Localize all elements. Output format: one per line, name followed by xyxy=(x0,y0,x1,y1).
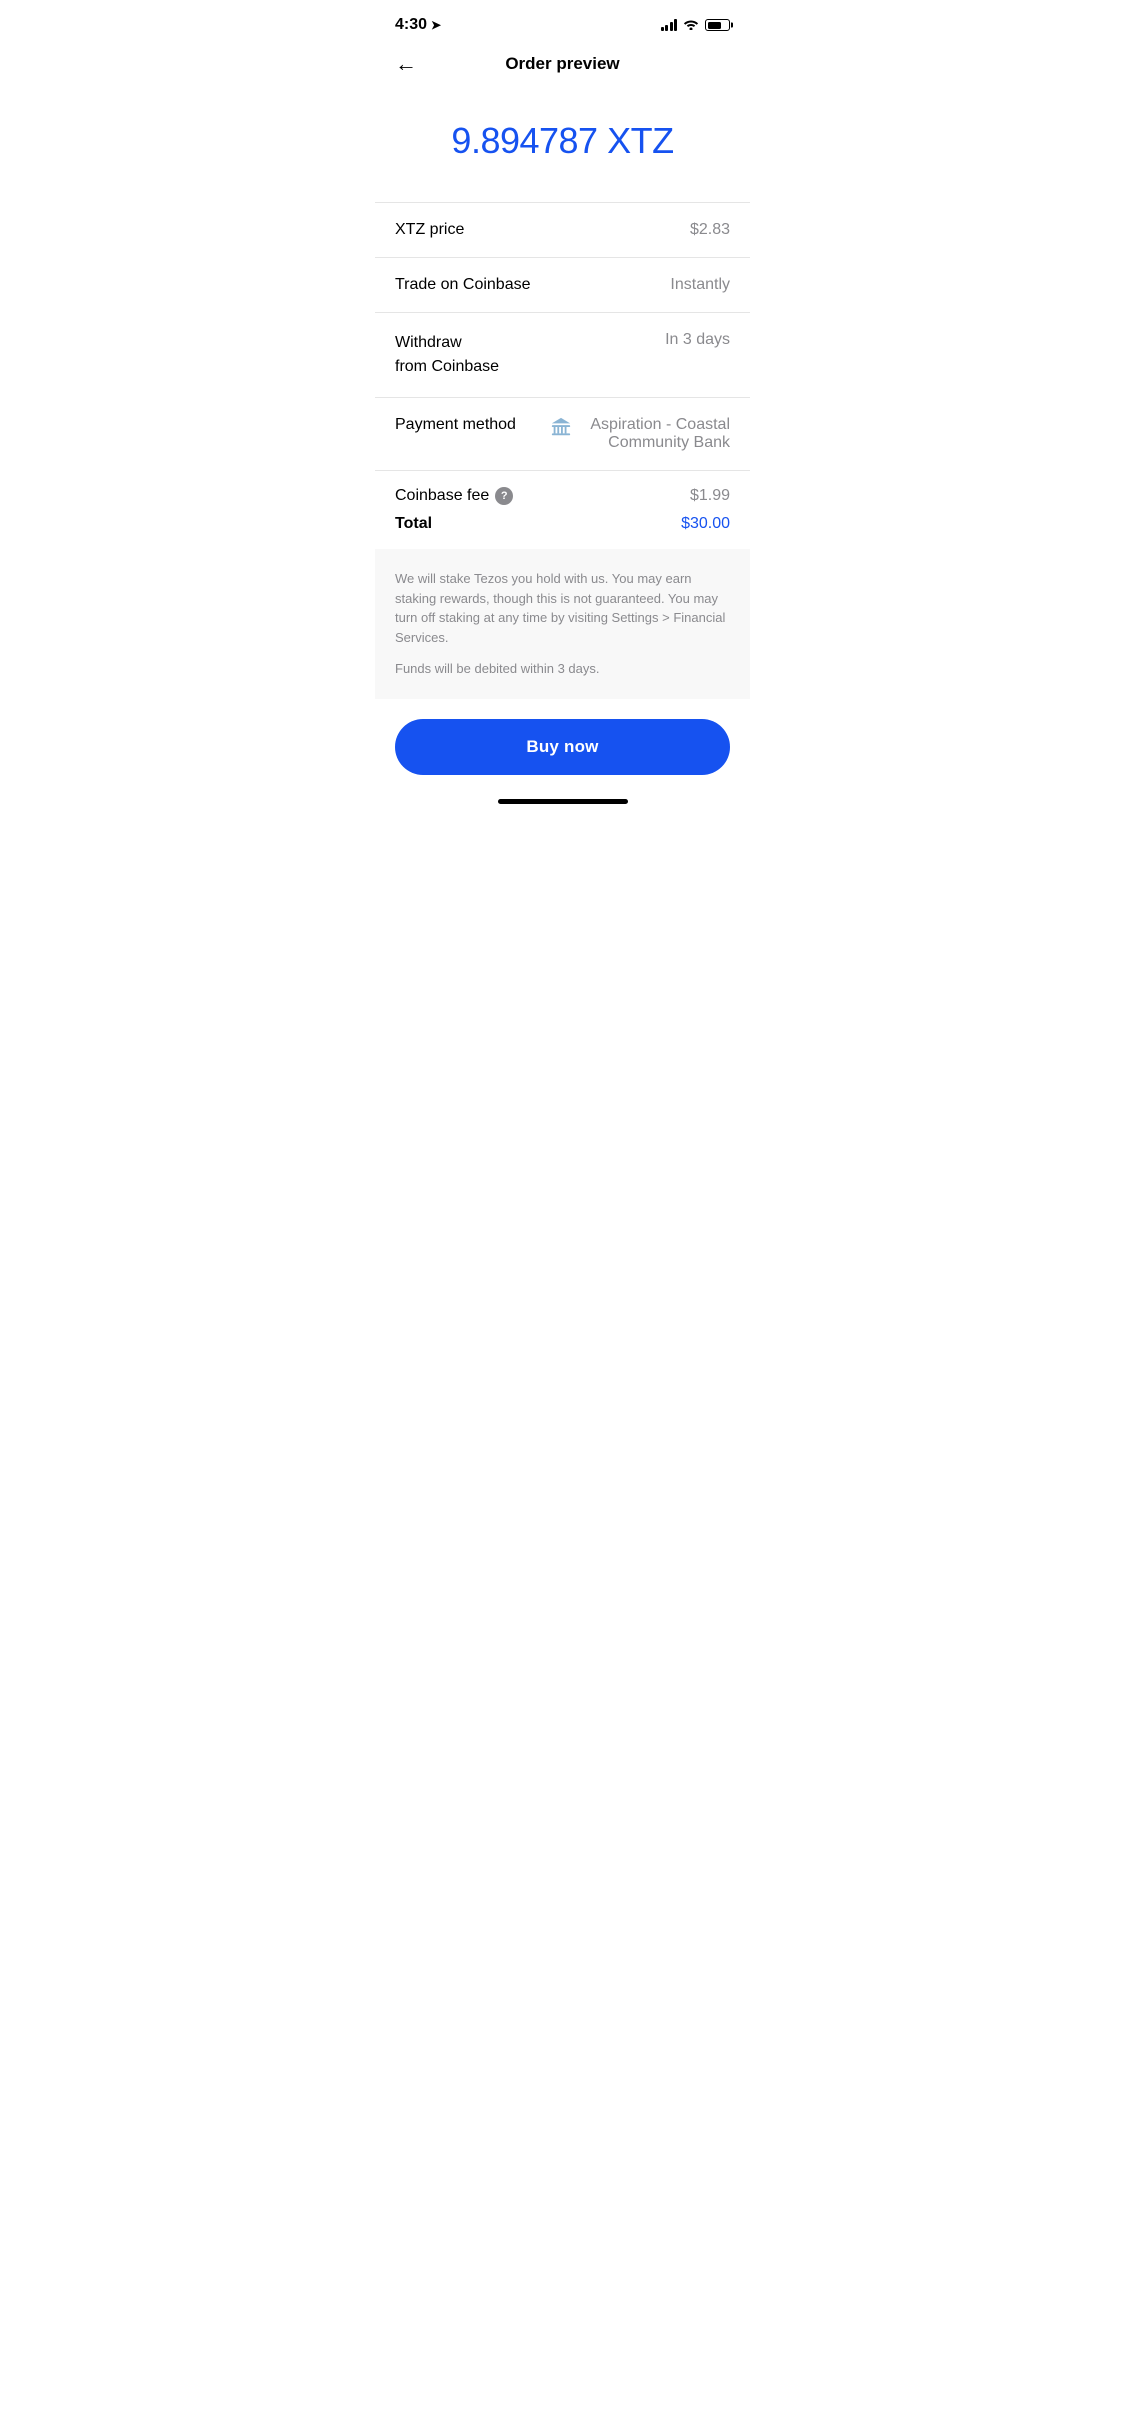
trade-row: Trade on Coinbase Instantly xyxy=(375,258,750,313)
status-time: 4:30 ➤ xyxy=(395,16,441,34)
fee-section: Coinbase fee ? $1.99 Total $30.00 xyxy=(375,471,750,549)
page-title: Order preview xyxy=(505,54,619,74)
buy-section: Buy now xyxy=(375,699,750,791)
withdraw-row: Withdrawfrom Coinbase In 3 days xyxy=(375,313,750,398)
fee-value: $1.99 xyxy=(690,487,730,505)
xtz-price-row: XTZ price $2.83 xyxy=(375,203,750,258)
staking-disclaimer: We will stake Tezos you hold with us. Yo… xyxy=(395,569,730,647)
total-value: $30.00 xyxy=(681,515,730,533)
header: ← Order preview xyxy=(375,44,750,90)
payment-method-label: Payment method xyxy=(395,416,516,434)
withdraw-value: In 3 days xyxy=(665,331,730,349)
status-bar: 4:30 ➤ xyxy=(375,0,750,44)
total-label: Total xyxy=(395,515,432,533)
bank-icon xyxy=(550,416,572,438)
order-details: XTZ price $2.83 Trade on Coinbase Instan… xyxy=(375,203,750,471)
trade-value: Instantly xyxy=(670,276,730,294)
status-icons xyxy=(661,18,731,33)
fee-row: Coinbase fee ? $1.99 xyxy=(395,487,730,505)
bank-name: Aspiration - Coastal Community Bank xyxy=(578,416,730,452)
total-row: Total $30.00 xyxy=(395,515,730,533)
fee-label: Coinbase fee ? xyxy=(395,487,513,505)
payment-method-value: Aspiration - Coastal Community Bank xyxy=(550,416,730,452)
trade-label: Trade on Coinbase xyxy=(395,276,531,294)
battery-icon xyxy=(705,19,730,31)
disclaimer-section: We will stake Tezos you hold with us. Yo… xyxy=(375,549,750,699)
withdraw-label: Withdrawfrom Coinbase xyxy=(395,331,499,379)
fee-label-text: Coinbase fee xyxy=(395,487,489,505)
home-bar xyxy=(498,799,628,804)
payment-method-row: Payment method Aspiration - Coastal Comm… xyxy=(375,398,750,471)
funds-disclaimer: Funds will be debited within 3 days. xyxy=(395,659,730,679)
fee-help-button[interactable]: ? xyxy=(495,487,513,505)
back-button[interactable]: ← xyxy=(395,53,417,75)
crypto-amount: 9.894787 XTZ xyxy=(395,120,730,162)
home-indicator xyxy=(375,791,750,814)
amount-section: 9.894787 XTZ xyxy=(375,90,750,202)
time-display: 4:30 xyxy=(395,16,427,34)
wifi-icon xyxy=(683,18,699,33)
location-icon: ➤ xyxy=(431,18,441,32)
signal-icon xyxy=(661,19,678,31)
buy-now-button[interactable]: Buy now xyxy=(395,719,730,775)
xtz-price-label: XTZ price xyxy=(395,221,464,239)
xtz-price-value: $2.83 xyxy=(690,221,730,239)
